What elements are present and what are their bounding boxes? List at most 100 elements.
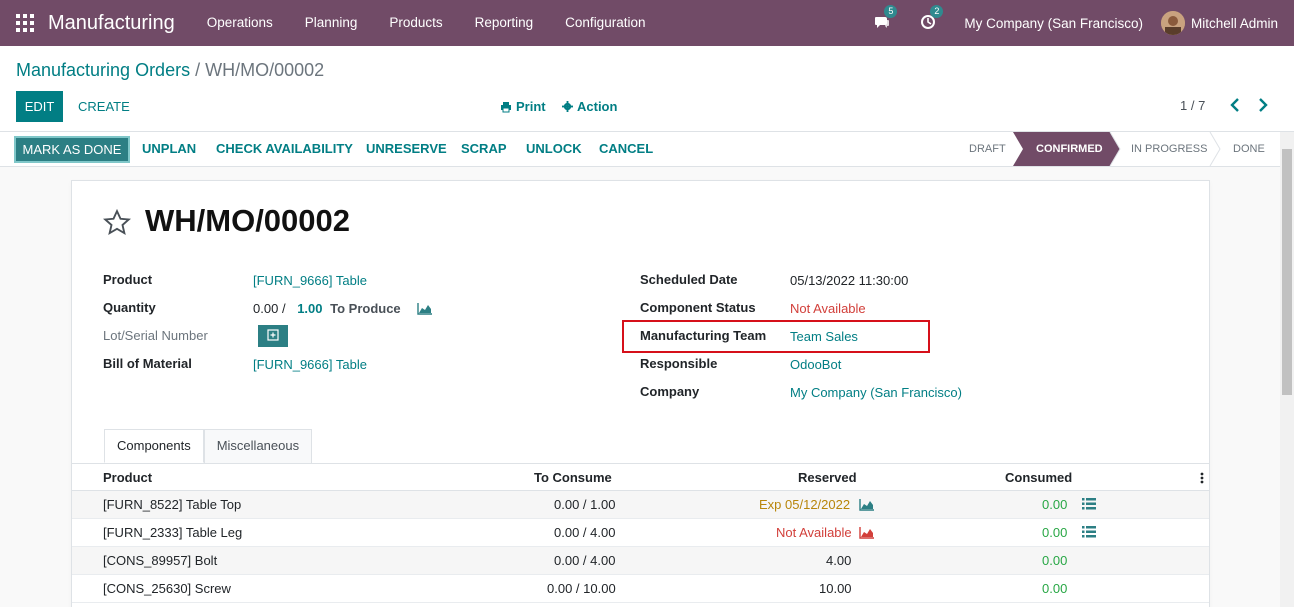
bom-label: Bill of Material — [103, 356, 192, 371]
table-row[interactable]: [CONS_25630] Screw 0.00 / 10.00 10.00 0.… — [72, 575, 1209, 603]
responsible-label: Responsible — [640, 356, 718, 371]
breadcrumb-separator: / — [195, 60, 201, 80]
apps-menu-icon[interactable] — [16, 14, 34, 32]
components-table: Product To Consume Reserved Consumed [FU… — [72, 463, 1209, 603]
row-reserved: Exp 05/12/2022 — [759, 497, 851, 512]
row-reserved: 10.00 — [819, 581, 852, 596]
lot-serial-label: Lot/Serial Number — [103, 328, 208, 343]
row-reserved: Not Available — [776, 525, 852, 540]
row-consumed: 0.00 — [1042, 553, 1068, 568]
stage-in-progress[interactable]: IN PROGRESS — [1131, 132, 1207, 166]
row-to-consume: 0.00 / 1.00 — [554, 497, 616, 512]
user-menu[interactable]: Mitchell Admin — [1191, 16, 1278, 31]
detailed-operations-list-icon[interactable] — [1082, 526, 1096, 541]
quantity-field[interactable]: 0.00 / 1.00 To Produce — [253, 301, 401, 316]
row-reserved: 4.00 — [826, 553, 852, 568]
quantity-separator: / — [281, 301, 286, 316]
row-product: [CONS_25630] Screw — [103, 581, 231, 596]
stage-done[interactable]: DONE — [1233, 132, 1265, 166]
unreserve-button[interactable]: UNRESERVE — [366, 132, 447, 166]
quantity-suffix: To Produce — [330, 301, 401, 316]
pager-previous-icon[interactable] — [1228, 96, 1242, 114]
breadcrumb-current: WH/MO/00002 — [205, 60, 325, 80]
stage-confirmed[interactable]: CONFIRMED — [1036, 132, 1103, 166]
check-availability-button[interactable]: CHECK AVAILABILITY — [216, 132, 353, 166]
row-product: [FURN_8522] Table Top — [103, 497, 242, 512]
header-reserved[interactable]: Reserved — [798, 470, 857, 485]
pager-next-icon[interactable] — [1256, 96, 1270, 114]
create-button[interactable]: CREATE — [70, 91, 138, 122]
header-consumed[interactable]: Consumed — [1005, 470, 1072, 485]
unplan-button[interactable]: UNPLAN — [142, 132, 196, 166]
manufacturing-team-label: Manufacturing Team — [640, 328, 767, 343]
mark-as-done-button[interactable]: MARK AS DONE — [14, 136, 130, 163]
optional-columns-icon[interactable] — [1200, 472, 1204, 487]
cancel-button[interactable]: CANCEL — [599, 132, 653, 166]
manufacturing-team-field[interactable]: Team Sales — [790, 329, 858, 344]
menu-operations[interactable]: Operations — [191, 0, 289, 46]
plus-square-icon — [267, 329, 279, 341]
print-button[interactable]: Print — [500, 91, 546, 122]
forecast-chart-icon[interactable] — [417, 302, 433, 318]
company-switcher[interactable]: My Company (San Francisco) — [964, 16, 1143, 31]
pager-value[interactable]: 1 / 7 — [1180, 98, 1205, 113]
add-lot-button[interactable] — [258, 325, 288, 347]
row-to-consume: 0.00 / 10.00 — [547, 581, 616, 596]
app-brand[interactable]: Manufacturing — [48, 12, 175, 35]
company-label: Company — [640, 384, 700, 399]
user-avatar[interactable] — [1160, 11, 1185, 35]
row-to-consume: 0.00 / 4.00 — [554, 553, 616, 568]
menu-products[interactable]: Products — [373, 0, 458, 46]
activities-clock-icon[interactable]: 2 — [920, 5, 944, 32]
action-label: Action — [577, 99, 618, 114]
row-product: [FURN_2333] Table Leg — [103, 525, 243, 540]
header-to-consume[interactable]: To Consume — [534, 470, 612, 485]
scheduled-date-field[interactable]: 05/13/2022 11:30:00 — [790, 273, 908, 288]
status-bar: MARK AS DONE UNPLAN CHECK AVAILABILITY U… — [0, 132, 1280, 167]
messages-badge: 5 — [884, 5, 898, 18]
scrollbar-thumb[interactable] — [1282, 149, 1292, 395]
row-consumed: 0.00 — [1042, 497, 1068, 512]
row-product: [CONS_89957] Bolt — [103, 553, 218, 568]
control-panel: Manufacturing Orders / WH/MO/00002 EDIT … — [0, 46, 1294, 132]
detailed-operations-list-icon[interactable] — [1082, 498, 1096, 513]
print-label: Print — [516, 99, 546, 114]
edit-button[interactable]: EDIT — [16, 91, 63, 122]
scheduled-date-label: Scheduled Date — [640, 272, 738, 287]
header-product[interactable]: Product — [103, 470, 152, 485]
breadcrumb: Manufacturing Orders / WH/MO/00002 — [16, 60, 324, 81]
breadcrumb-parent[interactable]: Manufacturing Orders — [16, 60, 190, 80]
bom-field[interactable]: [FURN_9666] Table — [253, 357, 367, 372]
menu-reporting[interactable]: Reporting — [459, 0, 550, 46]
table-row[interactable]: [CONS_89957] Bolt 0.00 / 4.00 4.00 0.00 — [72, 547, 1209, 575]
product-label: Product — [103, 272, 153, 287]
forecast-chart-icon[interactable] — [859, 498, 875, 514]
menu-configuration[interactable]: Configuration — [549, 0, 661, 46]
unlock-button[interactable]: UNLOCK — [526, 132, 582, 166]
forecast-chart-icon[interactable] — [859, 526, 875, 542]
action-button[interactable]: Action — [562, 91, 617, 122]
scrap-button[interactable]: SCRAP — [461, 132, 507, 166]
main-menu: Operations Planning Products Reporting C… — [191, 0, 662, 46]
responsible-field[interactable]: OdooBot — [790, 357, 841, 372]
table-row[interactable]: [FURN_8522] Table Top 0.00 / 1.00 Exp 05… — [72, 491, 1209, 519]
quantity-label: Quantity — [103, 300, 156, 315]
tab-miscellaneous[interactable]: Miscellaneous — [203, 429, 313, 463]
product-field[interactable]: [FURN_9666] Table — [253, 273, 367, 288]
messages-icon[interactable]: 5 — [874, 5, 898, 32]
menu-planning[interactable]: Planning — [289, 0, 374, 46]
row-consumed: 0.00 — [1042, 525, 1068, 540]
quantity-done: 0.00 — [253, 301, 279, 316]
priority-star-icon[interactable] — [102, 208, 132, 238]
notebook-tabs: Components Miscellaneous — [104, 429, 313, 463]
row-consumed: 0.00 — [1042, 581, 1068, 596]
tab-components[interactable]: Components — [104, 429, 204, 463]
component-status-label: Component Status — [640, 300, 756, 315]
table-header: Product To Consume Reserved Consumed — [72, 463, 1209, 491]
table-row[interactable]: [FURN_2333] Table Leg 0.00 / 4.00 Not Av… — [72, 519, 1209, 547]
stage-draft[interactable]: DRAFT — [969, 132, 1006, 166]
company-field[interactable]: My Company (San Francisco) — [790, 385, 962, 400]
form-sheet: WH/MO/00002 Product [FURN_9666] Table Qu… — [71, 180, 1210, 607]
record-title: WH/MO/00002 — [145, 203, 351, 238]
quantity-target: 1.00 — [297, 301, 323, 316]
